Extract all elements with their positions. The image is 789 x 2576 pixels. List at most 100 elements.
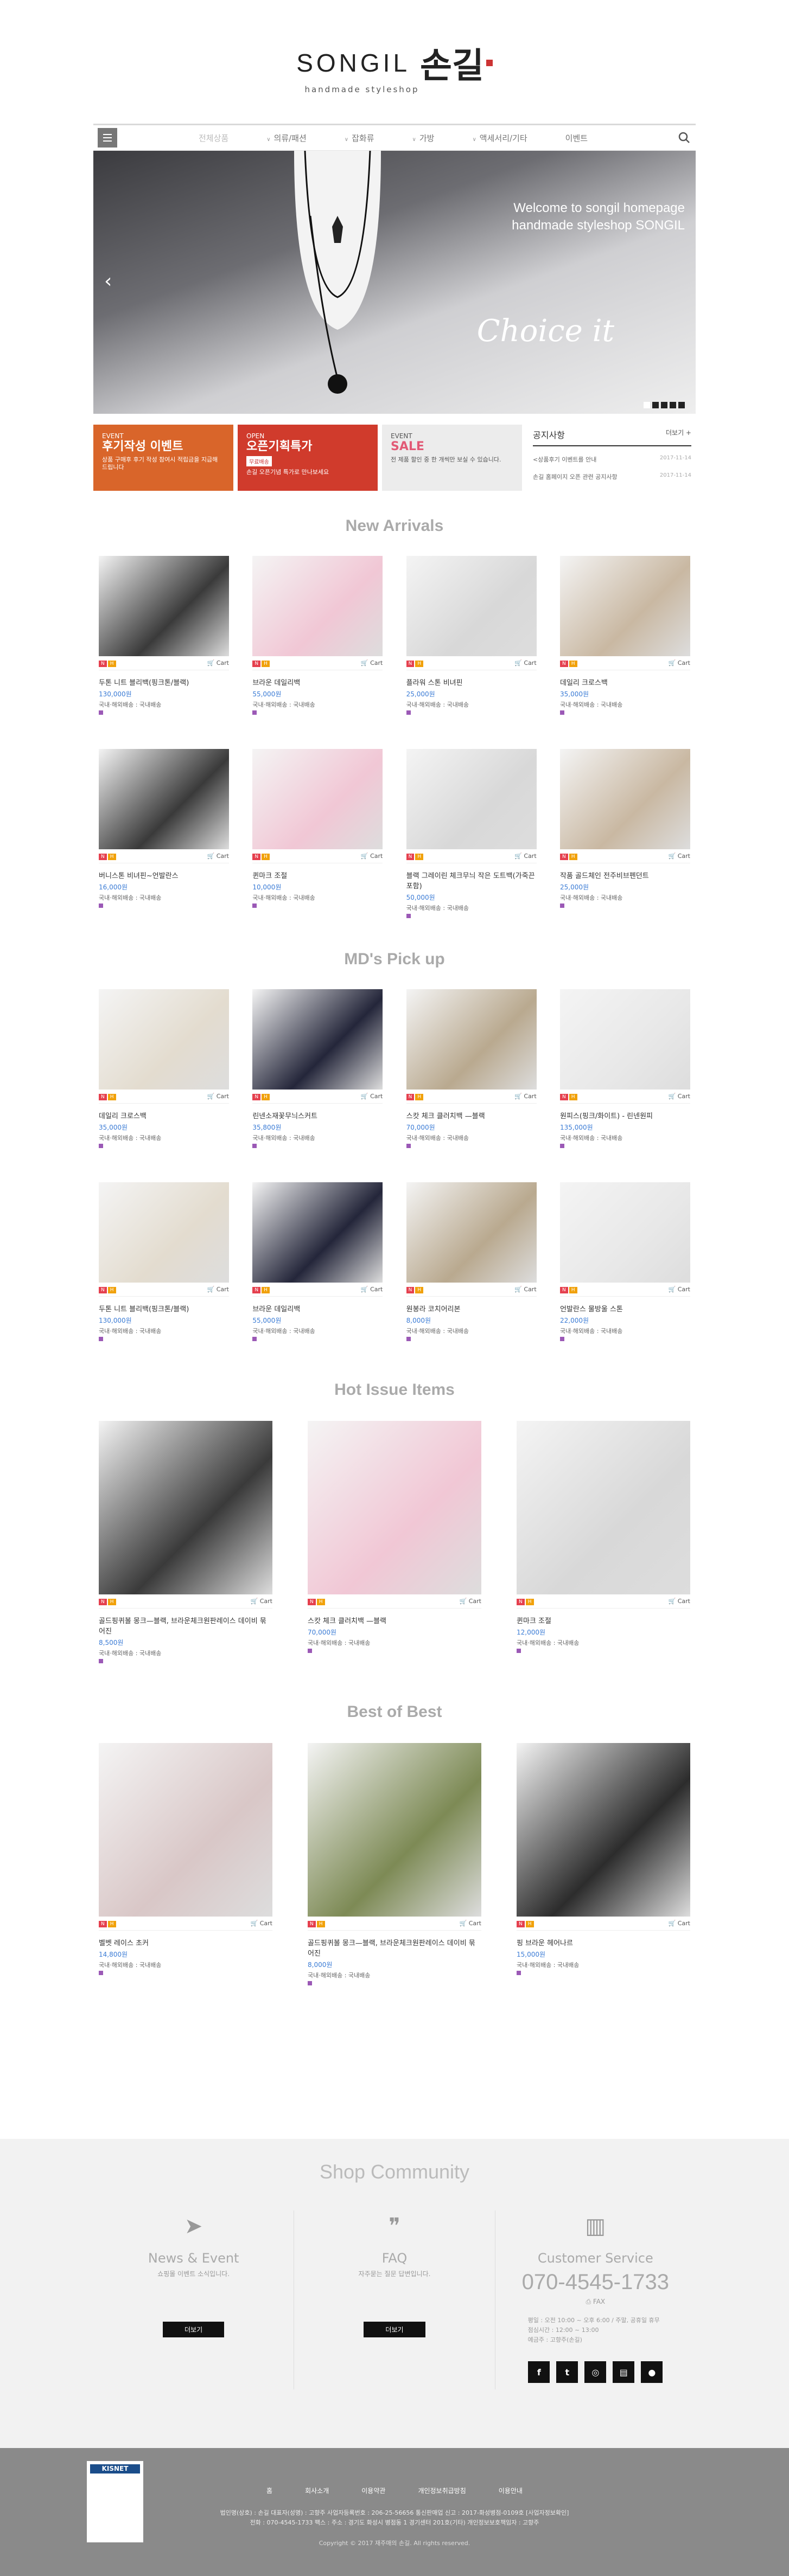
- product-name[interactable]: 데일리 크로스백: [560, 677, 690, 687]
- product-name[interactable]: 두톤 니트 블리백(핑크톤/블랙): [99, 677, 229, 687]
- product-name[interactable]: 버니스톤 비녀핀~언발란스: [99, 870, 229, 880]
- nav-item-all[interactable]: 전체상품: [199, 132, 228, 144]
- product-name[interactable]: 벨벳 레이스 초커: [99, 1937, 272, 1947]
- product-name[interactable]: 스캇 체크 클러치백 —블랙: [406, 1110, 537, 1120]
- product-card[interactable]: N H 🛒 Cart 버니스톤 비녀핀~언발란스 16,000원 국내·해외배송 : 국내…: [99, 749, 229, 920]
- cart-button[interactable]: 🛒 Cart: [669, 1920, 690, 1927]
- product-image[interactable]: [252, 556, 383, 656]
- product-image[interactable]: [252, 989, 383, 1090]
- product-card[interactable]: N H 🛒 Cart 스캇 체크 클러치백 —블랙 70,000원 국내·해외배송 : 국…: [308, 1421, 481, 1665]
- product-image[interactable]: [99, 556, 229, 656]
- cart-button[interactable]: 🛒 Cart: [669, 659, 690, 667]
- cart-button[interactable]: 🛒 Cart: [460, 1598, 481, 1605]
- product-image[interactable]: [308, 1421, 481, 1594]
- kisnet-badge[interactable]: KISNET: [87, 2461, 143, 2542]
- product-image[interactable]: [517, 1743, 690, 1917]
- product-card[interactable]: N H 🛒 Cart 플라워 스톤 비녀핀 25,000원 국내·해외배송 : 국내배송: [406, 556, 537, 716]
- footer-link-company[interactable]: 회사소개: [305, 2486, 329, 2495]
- cart-button[interactable]: 🛒 Cart: [207, 1286, 229, 1293]
- cart-button[interactable]: 🛒 Cart: [207, 659, 229, 667]
- cart-button[interactable]: 🛒 Cart: [251, 1598, 272, 1605]
- cart-button[interactable]: 🛒 Cart: [514, 1093, 536, 1100]
- product-image[interactable]: [559, 989, 690, 1090]
- product-name[interactable]: 원피스(핑크/화이트) - 린넨원피: [560, 1110, 690, 1120]
- product-name[interactable]: 작품 골드체인 전주비브펜던트: [560, 870, 690, 880]
- footer-link-privacy[interactable]: 개인정보취급방침: [418, 2486, 466, 2495]
- product-image[interactable]: [99, 749, 229, 849]
- cart-button[interactable]: 🛒 Cart: [669, 853, 690, 860]
- product-image[interactable]: [406, 749, 537, 849]
- product-card[interactable]: N H 🛒 Cart 원피스(핑크/화이트) - 린넨원피 135,000원 국내·해외배…: [559, 989, 690, 1150]
- footer-link-home[interactable]: 홈: [266, 2486, 272, 2495]
- news-more-button[interactable]: 더보기: [163, 2322, 225, 2337]
- product-card[interactable]: N H 🛒 Cart 원봉라 코치어리본 8,000원 국내·해외배송 : 국내배송: [406, 1182, 537, 1343]
- product-image[interactable]: [308, 1743, 481, 1917]
- product-card[interactable]: N H 🛒 Cart 퀸마크 조절 10,000원 국내·해외배송 : 국내배송: [252, 749, 383, 920]
- nav-item-accessory[interactable]: ∨ 액세서리/기타: [472, 132, 527, 144]
- nav-item-bag[interactable]: ∨ 가방: [412, 132, 435, 144]
- product-card[interactable]: N H 🛒 Cart 데일리 크로스백 35,000원 국내·해외배송 : 국내배송: [559, 556, 690, 716]
- product-card[interactable]: N H 🛒 Cart 데일리 크로스백 35,000원 국내·해외배송 : 국내배송: [99, 989, 229, 1150]
- search-icon[interactable]: [678, 132, 690, 144]
- cart-button[interactable]: 🛒 Cart: [669, 1598, 690, 1605]
- product-name[interactable]: 골드핑퀴볼 몽크—블랙, 브라운체크원판레이스 데이비 묶어진: [99, 1615, 272, 1636]
- site-logo[interactable]: SONGIL 손길 handmade styleshop: [93, 38, 696, 94]
- cart-button[interactable]: 🛒 Cart: [251, 1920, 272, 1927]
- product-image[interactable]: [559, 749, 690, 849]
- product-card[interactable]: N H 🛒 Cart 브라운 데일리백 55,000원 국내·해외배송 : 국내배송: [252, 556, 383, 716]
- blog-icon[interactable]: ▤: [613, 2361, 635, 2383]
- instagram-icon[interactable]: ◎: [584, 2361, 607, 2383]
- product-name[interactable]: 데일리 크로스백: [99, 1110, 229, 1120]
- product-image[interactable]: [252, 1182, 383, 1283]
- faq-more-button[interactable]: 더보기: [364, 2322, 425, 2337]
- product-card[interactable]: N H 🛒 Cart 브라운 데일리백 55,000원 국내·해외배송 : 국내배송: [252, 1182, 383, 1343]
- kakao-icon[interactable]: ●: [641, 2361, 663, 2383]
- product-card[interactable]: N H 🛒 Cart 블랙 그레이린 체크무늬 작은 도트백(가죽끈 포함) 50,00…: [406, 749, 537, 920]
- product-card[interactable]: N H 🛒 Cart 두톤 니트 블리백(핑크톤/블랙) 130,000원 국내·해외배송…: [99, 1182, 229, 1343]
- product-name[interactable]: 핑 브라운 헤어나르: [517, 1937, 690, 1947]
- product-name[interactable]: 브라운 데일리백: [252, 1303, 383, 1313]
- product-image[interactable]: [406, 556, 537, 656]
- cart-button[interactable]: 🛒 Cart: [361, 1093, 383, 1100]
- promo-open-special[interactable]: OPEN 오픈기획특가 무료배송 손길 오픈기념 특가로 만나보세요: [238, 425, 378, 491]
- slider-dots[interactable]: [644, 402, 685, 408]
- product-name[interactable]: 원봉라 코치어리본: [406, 1303, 537, 1313]
- product-name[interactable]: 두톤 니트 블리백(핑크톤/블랙): [99, 1303, 229, 1313]
- product-card[interactable]: N H 🛒 Cart 린넨소재꽃무늬스커트 35,800원 국내·해외배송 : 국내배송: [252, 989, 383, 1150]
- cart-button[interactable]: 🛒 Cart: [460, 1920, 481, 1927]
- promo-review-event[interactable]: EVENT 후기작성 이벤트 상품 구매후 후기 작성 참여시 적립금을 지급해 드…: [93, 425, 233, 491]
- product-image[interactable]: [559, 1182, 690, 1283]
- notice-more-link[interactable]: 더보기 +: [666, 428, 691, 441]
- product-image[interactable]: [99, 989, 229, 1090]
- product-image[interactable]: [559, 556, 690, 656]
- footer-link-terms[interactable]: 이용약관: [361, 2486, 385, 2495]
- product-card[interactable]: N H 🛒 Cart 언발란스 물방울 스톤 22,000원 국내·해외배송 : 국내배송: [559, 1182, 690, 1343]
- footer-link-guide[interactable]: 이용안내: [499, 2486, 523, 2495]
- cart-button[interactable]: 🛒 Cart: [514, 659, 536, 667]
- cart-button[interactable]: 🛒 Cart: [669, 1286, 690, 1293]
- product-card[interactable]: N H 🛒 Cart 작품 골드체인 전주비브펜던트 25,000원 국내·해외배송 : …: [559, 749, 690, 920]
- product-image[interactable]: [99, 1421, 272, 1594]
- product-image[interactable]: [99, 1182, 229, 1283]
- cart-button[interactable]: 🛒 Cart: [514, 853, 536, 860]
- product-image[interactable]: [252, 749, 383, 849]
- product-name[interactable]: 스캇 체크 클러치백 —블랙: [308, 1615, 481, 1625]
- product-image[interactable]: [406, 1182, 537, 1283]
- product-name[interactable]: 골드핑퀴볼 몽크—블랙, 브라운체크원판레이스 데이비 묶어진: [308, 1937, 481, 1958]
- cart-button[interactable]: 🛒 Cart: [207, 1093, 229, 1100]
- product-name[interactable]: 퀸마크 조절: [252, 870, 383, 880]
- nav-item-event[interactable]: 이벤트: [565, 132, 588, 144]
- cart-button[interactable]: 🛒 Cart: [207, 853, 229, 860]
- cart-button[interactable]: 🛒 Cart: [361, 853, 383, 860]
- nav-item-goods[interactable]: ∨ 잡화류: [345, 132, 374, 144]
- product-name[interactable]: 플라워 스톤 비녀핀: [406, 677, 537, 687]
- product-card[interactable]: N H 🛒 Cart 골드핑퀴볼 몽크—블랙, 브라운체크원판레이스 데이비 묶어진 8…: [308, 1743, 481, 1987]
- cart-button[interactable]: 🛒 Cart: [514, 1286, 536, 1293]
- facebook-icon[interactable]: f: [528, 2361, 550, 2383]
- product-card[interactable]: N H 🛒 Cart 골드핑퀴볼 몽크—블랙, 브라운체크원판레이스 데이비 묶어진 8…: [99, 1421, 272, 1665]
- notice-row[interactable]: 손길 홈페이지 오픈 관련 공지사항 2017-11-14: [533, 464, 691, 481]
- product-card[interactable]: N H 🛒 Cart 핑 브라운 헤어나르 15,000원 국내·해외배송 : 국내배송: [517, 1743, 690, 1987]
- cart-button[interactable]: 🛒 Cart: [361, 1286, 383, 1293]
- cart-button[interactable]: 🛒 Cart: [361, 659, 383, 667]
- product-image[interactable]: [99, 1743, 272, 1917]
